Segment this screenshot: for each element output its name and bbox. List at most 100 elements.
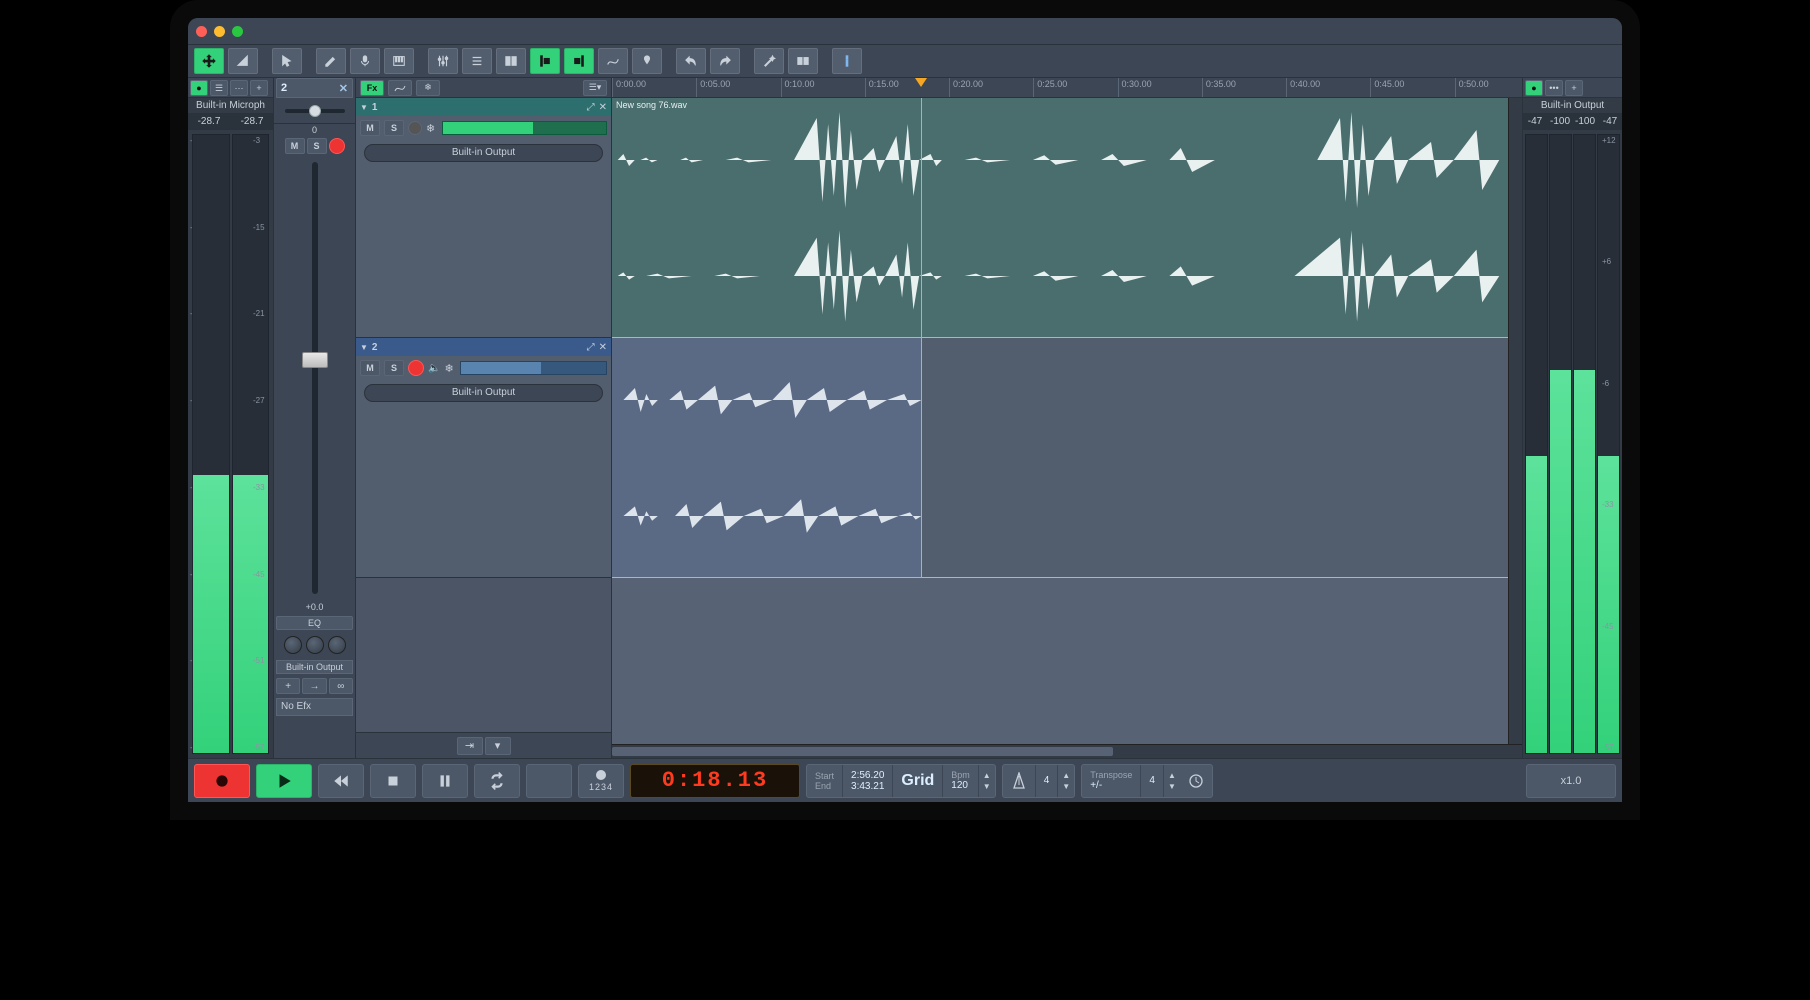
- info-button[interactable]: [832, 48, 862, 74]
- sliders-button[interactable]: [428, 48, 458, 74]
- track-expand-icon[interactable]: ⤢: [587, 342, 595, 353]
- wand-button[interactable]: [754, 48, 784, 74]
- loop-button[interactable]: [474, 764, 520, 798]
- zoom-display[interactable]: x1.0: [1526, 764, 1616, 798]
- list-button[interactable]: [462, 48, 492, 74]
- redo-button[interactable]: [710, 48, 740, 74]
- locator-box[interactable]: Start End 2:56.20 3:43.21 Grid Bpm 120 ▲…: [806, 764, 996, 798]
- pan-control[interactable]: [274, 98, 355, 124]
- vertical-scrollbar[interactable]: [1508, 98, 1522, 744]
- track2-solo-button[interactable]: S: [384, 360, 404, 376]
- arrange-area[interactable]: New song 76.wav: [612, 98, 1522, 758]
- track1-rec-button[interactable]: [408, 121, 422, 135]
- track-header-2[interactable]: ▼ 2 ⤢ ✕ M S 🔈 ❄ Built-in Output: [356, 338, 611, 578]
- time-display[interactable]: 0:18.13: [630, 764, 800, 798]
- snap-left-button[interactable]: [530, 48, 560, 74]
- tracklist-scroll-button[interactable]: ⇥: [457, 737, 483, 755]
- strip-fader[interactable]: [274, 156, 355, 600]
- pause-button[interactable]: [422, 764, 468, 798]
- input-opts-button[interactable]: ⋯: [230, 80, 248, 96]
- strip-nofx-label[interactable]: No Efx: [276, 698, 353, 716]
- tracklist-dropdown-button[interactable]: ▾: [485, 737, 511, 755]
- track2-rec-button[interactable]: [408, 360, 424, 376]
- track-expand-icon[interactable]: ⤢: [587, 102, 595, 113]
- strip-rec-button[interactable]: [329, 138, 345, 154]
- eq-knob-high[interactable]: [328, 636, 346, 654]
- tracklist-empty-area[interactable]: [356, 578, 611, 732]
- strip-tab[interactable]: 2 ✕: [276, 78, 353, 98]
- horizontal-scrollbar[interactable]: [612, 744, 1522, 758]
- track1-mute-button[interactable]: M: [360, 120, 380, 136]
- strip-add-button[interactable]: +: [276, 678, 300, 694]
- automation-button[interactable]: [598, 48, 628, 74]
- marker-button[interactable]: [632, 48, 662, 74]
- track1-solo-button[interactable]: S: [384, 120, 404, 136]
- output-opts-button[interactable]: •••: [1545, 80, 1563, 96]
- metronome-stepper[interactable]: ▲▼: [1058, 765, 1074, 797]
- clip-2[interactable]: [612, 338, 921, 578]
- track-header-1[interactable]: ▼ 1 ⤢ ✕ M S ❄ Built-in Output: [356, 98, 611, 338]
- bpm-stepper[interactable]: ▲▼: [979, 765, 995, 797]
- input-add-button[interactable]: +: [250, 80, 268, 96]
- midi-button[interactable]: [384, 48, 414, 74]
- strip-solo-button[interactable]: S: [307, 138, 327, 154]
- end-value[interactable]: 3:43.21: [851, 781, 884, 792]
- track2-output-select[interactable]: Built-in Output: [364, 384, 603, 402]
- arrange-empty-area[interactable]: [612, 578, 1522, 744]
- track-disclosure-icon[interactable]: ▼: [360, 343, 368, 352]
- bpm-value[interactable]: 120: [951, 780, 970, 791]
- transpose-box[interactable]: Transpose +/- 4 ▲▼: [1081, 764, 1213, 798]
- grid-label[interactable]: Grid: [901, 772, 934, 790]
- output-monitor-toggle[interactable]: ●: [1525, 80, 1543, 96]
- transpose-mode[interactable]: +/-: [1090, 780, 1132, 791]
- split-button[interactable]: [496, 48, 526, 74]
- strip-tab-close[interactable]: ✕: [339, 82, 348, 95]
- play-button[interactable]: [256, 764, 312, 798]
- timeline-ruler[interactable]: 0:00.000:05.000:10.000:15.000:20.000:25.…: [612, 78, 1522, 97]
- transpose-value[interactable]: 4: [1149, 775, 1155, 786]
- move-tool-button[interactable]: [194, 48, 224, 74]
- track-close-icon[interactable]: ✕: [599, 102, 607, 113]
- mic-button[interactable]: [350, 48, 380, 74]
- track1-freeze-icon[interactable]: ❄: [426, 122, 438, 134]
- strip-eq-button[interactable]: EQ: [276, 616, 353, 630]
- record-button[interactable]: [194, 764, 250, 798]
- track1-volume-slider[interactable]: [442, 121, 607, 135]
- automation-view-button[interactable]: [388, 80, 412, 96]
- fade-tool-button[interactable]: [228, 48, 258, 74]
- undo-button[interactable]: [676, 48, 706, 74]
- strip-route-button[interactable]: →: [302, 678, 326, 694]
- playhead-marker-icon[interactable]: [915, 78, 927, 87]
- group-button[interactable]: [788, 48, 818, 74]
- clip-1[interactable]: New song 76.wav: [612, 98, 1522, 338]
- hscroll-thumb[interactable]: [612, 747, 1113, 756]
- metronome-box[interactable]: 4 ▲▼: [1002, 764, 1075, 798]
- rewind-button[interactable]: [318, 764, 364, 798]
- strip-mute-button[interactable]: M: [285, 138, 305, 154]
- track2-speaker-icon[interactable]: 🔈: [428, 363, 440, 374]
- track2-freeze-icon[interactable]: ❄: [444, 362, 456, 374]
- lane-2[interactable]: [612, 338, 1522, 578]
- fx-button[interactable]: Fx: [360, 80, 384, 96]
- start-value[interactable]: 2:56.20: [851, 770, 884, 781]
- metronome-value[interactable]: 4: [1044, 775, 1050, 786]
- eq-knob-mid[interactable]: [306, 636, 324, 654]
- eq-knob-low[interactable]: [284, 636, 302, 654]
- freeze-button[interactable]: ❄: [416, 80, 440, 96]
- tuning-fork-button[interactable]: [526, 764, 572, 798]
- pointer-tool-button[interactable]: [272, 48, 302, 74]
- count-in-button[interactable]: 1234: [578, 764, 624, 798]
- strip-output-label[interactable]: Built-in Output: [276, 660, 353, 674]
- clock-icon[interactable]: [1188, 773, 1204, 789]
- draw-tool-button[interactable]: [316, 48, 346, 74]
- minimize-window-button[interactable]: [214, 26, 225, 37]
- output-add-button[interactable]: +: [1565, 80, 1583, 96]
- track-disclosure-icon[interactable]: ▼: [360, 103, 368, 112]
- strip-link-button[interactable]: ∞: [329, 678, 353, 694]
- input-monitor-toggle[interactable]: ●: [190, 80, 208, 96]
- zoom-window-button[interactable]: [232, 26, 243, 37]
- track1-output-select[interactable]: Built-in Output: [364, 144, 603, 162]
- close-window-button[interactable]: [196, 26, 207, 37]
- snap-right-button[interactable]: [564, 48, 594, 74]
- lane-1[interactable]: New song 76.wav: [612, 98, 1522, 338]
